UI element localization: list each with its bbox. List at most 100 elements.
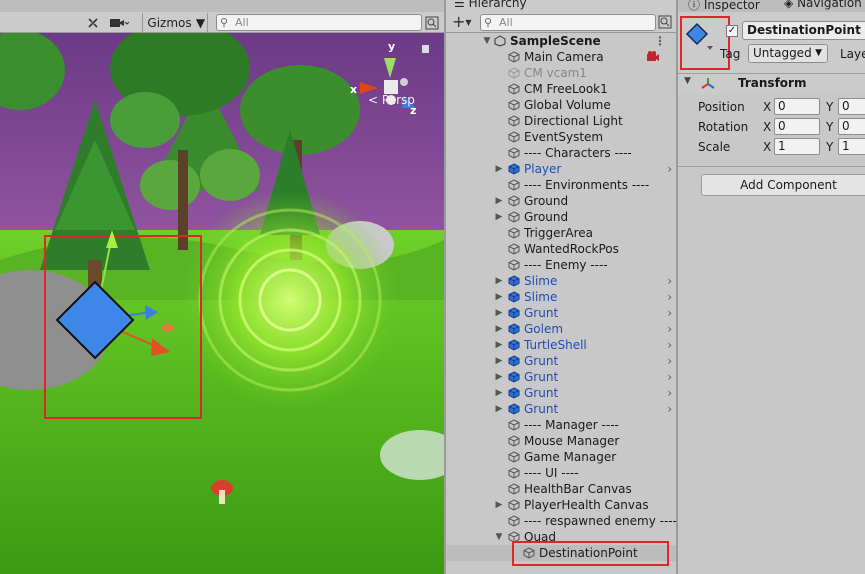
hierarchy-row[interactable]: ▶ Grunt › xyxy=(446,401,676,417)
tag-dropdown[interactable]: Untagged ▼ xyxy=(748,44,828,63)
chevron-right-icon[interactable]: › xyxy=(667,369,672,385)
hierarchy-row[interactable]: Game Manager xyxy=(446,449,676,465)
hierarchy-row[interactable]: ---- Enemy ---- xyxy=(446,257,676,273)
hierarchy-row[interactable]: Mouse Manager xyxy=(446,433,676,449)
fold-arrow-icon[interactable]: ▶ xyxy=(494,321,504,337)
hierarchy-row-label: WantedRockPos xyxy=(524,242,619,256)
hierarchy-search-placeholder: All xyxy=(499,16,513,29)
hierarchy-row[interactable]: ▶ Golem › xyxy=(446,321,676,337)
gameobject-cube-icon xyxy=(508,99,520,111)
chevron-right-icon[interactable]: › xyxy=(667,289,672,305)
hierarchy-row[interactable]: EventSystem xyxy=(446,129,676,145)
scene-root-row[interactable]: ▼ SampleScene ⋮ xyxy=(446,33,676,49)
hierarchy-row[interactable]: ▶ Ground xyxy=(446,193,676,209)
fold-arrow-icon[interactable]: ▶ xyxy=(494,369,504,385)
hierarchy-row[interactable]: ▶ Grunt › xyxy=(446,305,676,321)
scene-view[interactable]: Gizmos ▼ ⚲ All y x z < Persp xyxy=(0,0,444,574)
hierarchy-row[interactable]: Main Camera xyxy=(446,49,676,65)
hierarchy-row[interactable]: ---- Manager ---- xyxy=(446,417,676,433)
transform-component-header[interactable]: ▼ Transform xyxy=(678,74,865,94)
scene-search-input[interactable]: ⚲ All xyxy=(216,14,422,31)
hierarchy-row[interactable]: Directional Light xyxy=(446,113,676,129)
fold-arrow-icon[interactable]: ▶ xyxy=(494,353,504,369)
fold-arrow-icon[interactable]: ▶ xyxy=(494,209,504,225)
object-icon-selector[interactable] xyxy=(680,16,730,70)
hierarchy-row[interactable]: ▶ Slime › xyxy=(446,273,676,289)
rotation-y-field[interactable]: 0 xyxy=(838,118,865,135)
fold-arrow-icon[interactable]: ▶ xyxy=(494,305,504,321)
active-checkbox[interactable]: ✓ xyxy=(726,25,738,37)
chevron-right-icon[interactable]: › xyxy=(667,385,672,401)
hierarchy-row[interactable]: ▶ TurtleShell › xyxy=(446,337,676,353)
persp-label[interactable]: < Persp xyxy=(368,93,415,107)
hierarchy-row[interactable]: ▶ Slime › xyxy=(446,289,676,305)
hierarchy-row[interactable]: CM vcam1 xyxy=(446,65,676,81)
gizmos-dropdown-icon[interactable]: ▼ xyxy=(194,13,208,32)
gameobject-cube-icon xyxy=(508,419,520,431)
hierarchy-row[interactable]: TriggerArea xyxy=(446,225,676,241)
hierarchy-row[interactable]: Global Volume xyxy=(446,97,676,113)
gizmos-button[interactable]: Gizmos xyxy=(142,13,194,32)
scene-viewport[interactable]: y x z xyxy=(0,33,444,574)
hierarchy-row[interactable]: ▶ PlayerHealth Canvas xyxy=(446,497,676,513)
rotation-x-field[interactable]: 0 xyxy=(774,118,820,135)
chevron-right-icon[interactable]: › xyxy=(667,321,672,337)
fold-arrow-icon[interactable]: ▶ xyxy=(494,273,504,289)
fold-arrow-icon[interactable]: ▼ xyxy=(684,76,691,86)
fold-arrow-icon[interactable]: ▼ xyxy=(494,529,504,545)
lock-icon[interactable] xyxy=(422,45,429,53)
fold-arrow-icon[interactable]: ▶ xyxy=(494,497,504,513)
gameobject-cube-icon xyxy=(508,83,520,95)
tools-icon[interactable] xyxy=(84,13,102,32)
position-x-label: X xyxy=(763,100,772,114)
hierarchy-row[interactable]: ▶ Grunt › xyxy=(446,385,676,401)
hierarchy-row[interactable]: WantedRockPos xyxy=(446,241,676,257)
fold-arrow-icon[interactable]: ▶ xyxy=(494,337,504,353)
tab-navigation[interactable]: ◈ Navigation xyxy=(784,0,862,10)
camera-icon[interactable] xyxy=(106,13,132,32)
fold-arrow-icon[interactable]: ▶ xyxy=(494,401,504,417)
hierarchy-row[interactable]: ▶ Grunt › xyxy=(446,369,676,385)
position-y-field[interactable]: 0 xyxy=(838,98,865,115)
fold-arrow-icon[interactable]: ▶ xyxy=(494,193,504,209)
hierarchy-row-destinationpoint[interactable]: DestinationPoint xyxy=(446,541,676,566)
fold-arrow-icon[interactable]: ▶ xyxy=(494,289,504,305)
scale-x-field[interactable]: 1 xyxy=(774,138,820,155)
scale-y-field[interactable]: 1 xyxy=(838,138,865,155)
scene-search-filter-icon[interactable] xyxy=(424,13,440,32)
gameobject-cube-icon xyxy=(508,211,520,223)
hierarchy-row-label: Grunt xyxy=(524,370,559,384)
scene-menu-icon[interactable]: ⋮ xyxy=(654,33,666,49)
chevron-right-icon[interactable]: › xyxy=(667,161,672,177)
fold-arrow-icon[interactable]: ▶ xyxy=(494,161,504,177)
position-x-field[interactable]: 0 xyxy=(774,98,820,115)
hierarchy-row[interactable]: ▶ Player › xyxy=(446,161,676,177)
chevron-right-icon[interactable]: › xyxy=(667,353,672,369)
hierarchy-row[interactable]: ---- respawned enemy ---- xyxy=(446,513,677,529)
scale-row: Scale X 1 Y 1 xyxy=(678,138,865,158)
prefab-cube-icon xyxy=(508,355,520,367)
hierarchy-row[interactable]: CM FreeLook1 xyxy=(446,81,676,97)
chevron-right-icon[interactable]: › xyxy=(667,305,672,321)
unity-scene-icon xyxy=(494,35,506,47)
create-plus-button[interactable]: +▼ xyxy=(452,12,472,31)
hierarchy-search-input[interactable]: ⚲ All xyxy=(480,14,656,31)
fold-arrow-icon[interactable]: ▼ xyxy=(482,33,492,49)
search-icon: ⚲ xyxy=(484,16,493,29)
hierarchy-row[interactable]: ---- Environments ---- xyxy=(446,177,676,193)
hierarchy-row[interactable]: ▶ Grunt › xyxy=(446,353,676,369)
object-name-field[interactable]: DestinationPoint xyxy=(742,21,865,40)
hierarchy-row[interactable]: ---- UI ---- xyxy=(446,465,676,481)
add-component-button[interactable]: Add Component xyxy=(701,174,865,196)
hierarchy-row-label: Golem xyxy=(524,322,564,336)
chevron-right-icon[interactable]: › xyxy=(667,401,672,417)
fold-arrow-icon[interactable]: ▶ xyxy=(494,385,504,401)
rotation-y-label: Y xyxy=(826,120,834,134)
hierarchy-row[interactable]: ---- Characters ---- xyxy=(446,145,676,161)
chevron-right-icon[interactable]: › xyxy=(667,273,672,289)
chevron-right-icon[interactable]: › xyxy=(667,337,672,353)
hierarchy-search-filter-icon[interactable] xyxy=(658,15,672,32)
hierarchy-tab[interactable]: ☰ Hierarchy xyxy=(446,0,676,12)
hierarchy-row[interactable]: HealthBar Canvas xyxy=(446,481,676,497)
hierarchy-row[interactable]: ▶ Ground xyxy=(446,209,676,225)
